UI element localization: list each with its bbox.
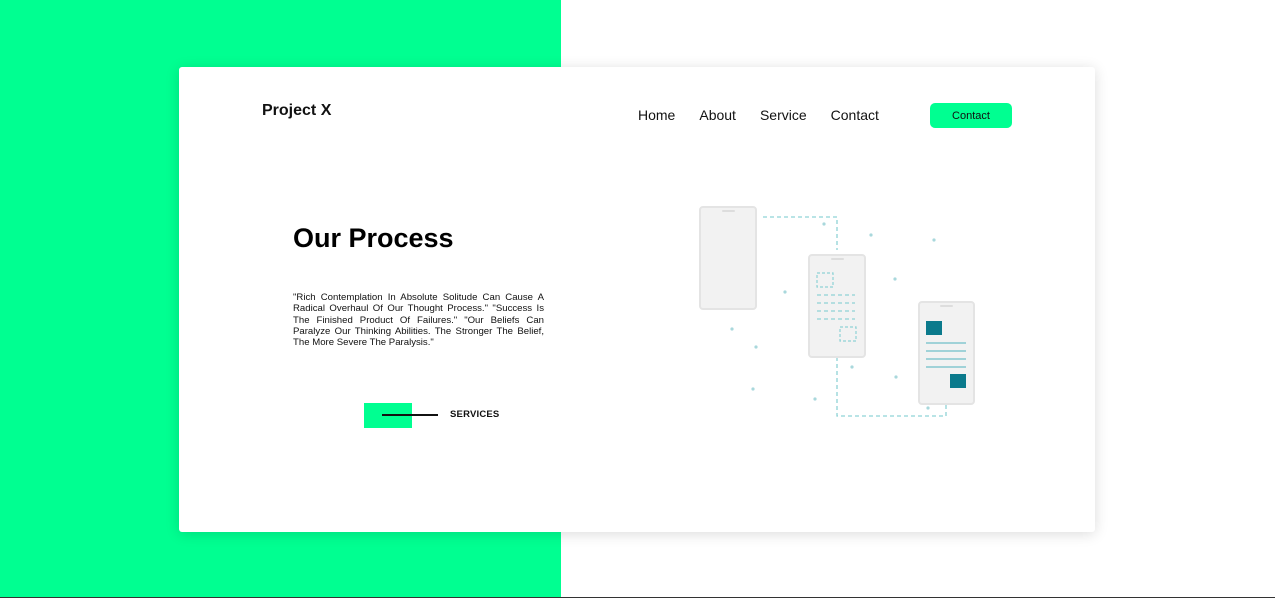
brand-logo[interactable]: Project X [262,102,331,120]
phone-mockup-1 [699,206,757,310]
contact-button[interactable]: Contact [930,103,1012,128]
hero-quote: "Rich Contemplation In Absolute Solitude… [293,292,544,349]
nav-about-link[interactable]: About [699,107,736,123]
services-link[interactable]: SERVICES [450,409,499,420]
nav-service-link[interactable]: Service [760,107,807,123]
phone-mockup-2 [808,254,866,358]
main-card: Project X Home About Service Contact Con… [179,67,1095,532]
main-nav: Home About Service Contact [638,107,903,123]
phones-process-illustration [699,206,975,417]
page-title: Our Process [293,223,454,253]
nav-home-link[interactable]: Home [638,107,675,123]
nav-contact-link[interactable]: Contact [831,107,879,123]
services-divider-line [382,414,438,416]
phone-mockup-3 [918,301,975,405]
